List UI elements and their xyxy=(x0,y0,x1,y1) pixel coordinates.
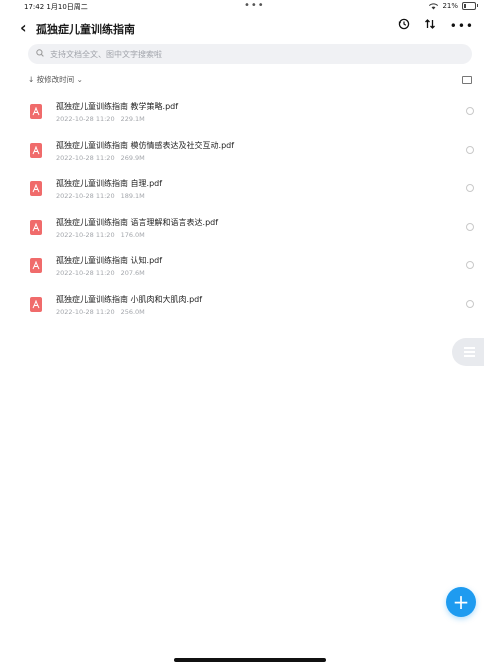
file-meta: 2022-10-28 11:20 207.6M xyxy=(56,269,145,277)
file-size: 269.9M xyxy=(120,153,145,162)
file-row[interactable]: 孤独症儿童训练指南 小肌肉和大肌肉.pdf 2022-10-28 11:20 25… xyxy=(0,288,500,327)
sort-label: 按修改时间 xyxy=(36,75,75,84)
file-row[interactable]: 孤独症儿童训练指南 教学策略.pdf 2022-10-28 11:20 229.1… xyxy=(0,95,500,134)
battery-icon xyxy=(462,2,478,10)
status-bar: 17:42 1月10日周二 ••• 21% xyxy=(0,0,500,14)
view-toggle-icon[interactable] xyxy=(462,76,472,84)
select-radio[interactable] xyxy=(466,107,474,115)
file-date: 2022-10-28 11:20 xyxy=(56,192,115,200)
file-meta: 2022-10-28 11:20 256.0M xyxy=(56,308,145,316)
wifi-icon xyxy=(429,2,439,9)
status-time: 17:42 1月10日周二 xyxy=(24,2,88,12)
file-list: 孤独症儿童训练指南 教学策略.pdf 2022-10-28 11:20 229.1… xyxy=(0,95,500,326)
file-date: 2022-10-28 11:20 xyxy=(56,230,115,239)
pdf-file-icon xyxy=(30,142,42,158)
select-radio[interactable] xyxy=(466,184,474,192)
sort-bar: ↓ 按修改时间 ⌄ xyxy=(28,74,472,88)
back-button[interactable]: ‹ xyxy=(20,18,27,37)
file-name: 孤独症儿童训练指南 小肌肉和大肌肉.pdf xyxy=(56,294,203,304)
pdf-file-icon xyxy=(30,104,42,119)
select-radio[interactable] xyxy=(466,299,474,308)
file-name: 孤独症儿童训练指南 语言理解和语言表达.pdf xyxy=(56,217,219,227)
file-name: 孤独症儿童训练指南 教学策略.pdf xyxy=(56,102,179,111)
side-list-tab[interactable] xyxy=(452,338,484,366)
pdf-file-icon xyxy=(30,219,42,235)
header-actions: ••• xyxy=(398,18,474,33)
sort-arrows-icon[interactable] xyxy=(424,18,436,33)
search-input[interactable] xyxy=(48,48,452,60)
search-icon xyxy=(36,48,44,60)
clock-date: 1月10日周二 xyxy=(46,3,88,11)
file-row[interactable]: 孤独症儿童训练指南 语言理解和语言表达.pdf 2022-10-28 11:20… xyxy=(0,211,500,250)
sort-dropdown[interactable]: ↓ 按修改时间 ⌄ xyxy=(28,75,83,84)
file-date: 2022-10-28 11:20 xyxy=(56,115,115,123)
file-name: 孤独症儿童训练指南 模仿情感表达及社交互动.pdf xyxy=(56,140,235,150)
plus-icon: + xyxy=(452,590,470,614)
search-bar[interactable] xyxy=(28,44,472,64)
chevron-down-icon: ⌄ xyxy=(76,75,83,84)
file-row[interactable]: 孤独症儿童训练指南 自理.pdf 2022-10-28 11:20 189.1M xyxy=(0,172,500,211)
status-right: 21% xyxy=(429,2,478,10)
list-icon xyxy=(464,347,475,359)
battery-percent: 21% xyxy=(442,2,458,10)
file-meta: 2022-10-28 11:20 229.1M xyxy=(56,115,145,123)
pdf-file-icon xyxy=(30,181,42,196)
select-radio[interactable] xyxy=(466,222,474,231)
file-meta: 2022-10-28 11:20 189.1M xyxy=(56,192,145,200)
file-size: 207.6M xyxy=(120,269,145,277)
file-size: 176.0M xyxy=(120,230,145,239)
file-size: 189.1M xyxy=(120,192,145,200)
page-title: 孤独症儿童训练指南 xyxy=(36,23,135,36)
file-date: 2022-10-28 11:20 xyxy=(56,269,115,277)
select-radio[interactable] xyxy=(466,261,474,269)
file-date: 2022-10-28 11:20 xyxy=(56,153,115,162)
file-name: 孤独症儿童训练指南 认知.pdf xyxy=(56,256,163,265)
file-row[interactable]: 孤独症儿童训练指南 模仿情感表达及社交互动.pdf 2022-10-28 11:… xyxy=(0,134,500,173)
file-name: 孤独症儿童训练指南 自理.pdf xyxy=(56,179,163,188)
file-size: 256.0M xyxy=(120,307,145,316)
pdf-file-icon xyxy=(30,258,42,273)
file-meta: 2022-10-28 11:20 176.0M xyxy=(56,231,145,239)
add-button[interactable]: + xyxy=(446,587,476,617)
select-radio[interactable] xyxy=(466,145,474,154)
home-indicator[interactable] xyxy=(174,658,326,662)
multitask-dots-icon[interactable]: ••• xyxy=(244,0,265,11)
file-date: 2022-10-28 11:20 xyxy=(56,307,115,316)
clock-time: 17:42 xyxy=(24,3,45,11)
history-icon[interactable] xyxy=(398,18,410,33)
file-size: 229.1M xyxy=(120,115,145,123)
file-row[interactable]: 孤独症儿童训练指南 认知.pdf 2022-10-28 11:20 207.6M xyxy=(0,249,500,288)
file-meta: 2022-10-28 11:20 269.9M xyxy=(56,154,145,162)
more-icon[interactable]: ••• xyxy=(450,19,474,33)
pdf-file-icon xyxy=(30,296,42,312)
nav-header: ‹ 孤独症儿童训练指南 ••• xyxy=(0,14,500,42)
